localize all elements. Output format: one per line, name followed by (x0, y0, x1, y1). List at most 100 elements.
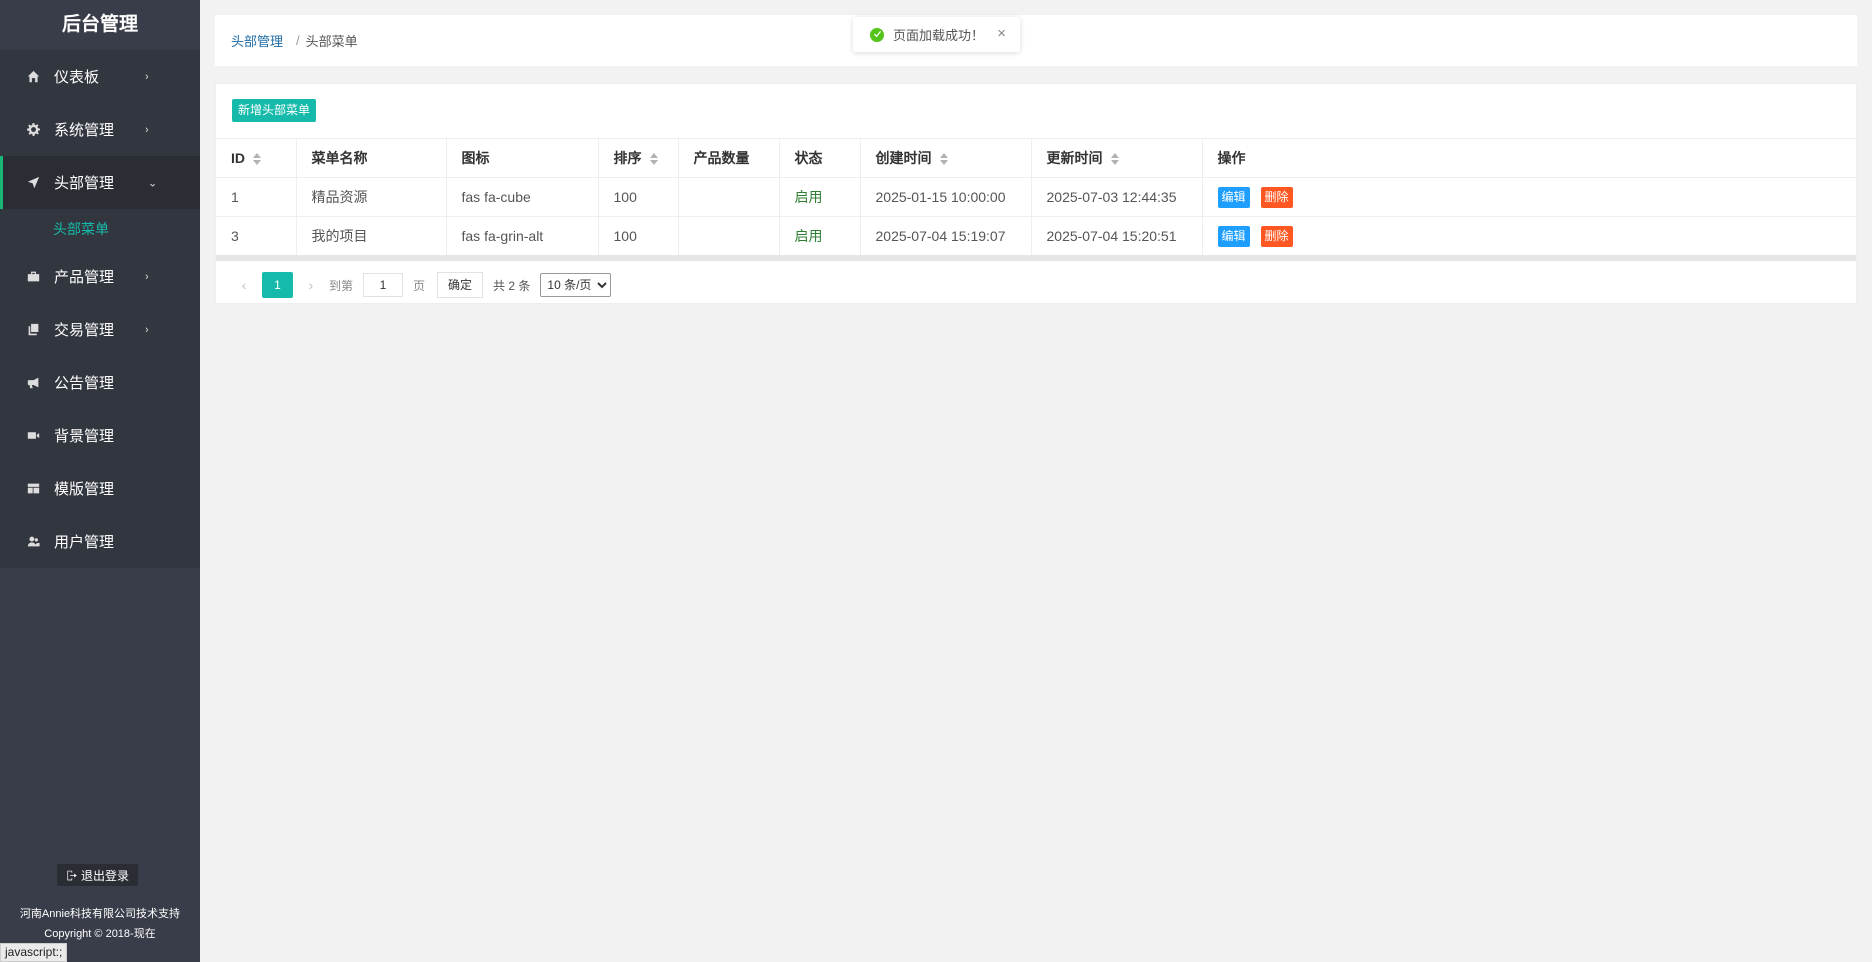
data-table: ID 菜单名称 图标 排序 产品数量 状态 创建时间 更新时间 操作 1 精品资… (216, 138, 1856, 256)
sort-icon[interactable] (649, 153, 658, 166)
chevron-right-icon: › (145, 323, 149, 336)
cell-icon: fas fa-grin-alt (446, 216, 599, 256)
video-icon (24, 427, 42, 445)
sidebar-nav: 仪表板 › 系统管理 › 头部管理 ⌄ 头部菜单 产品管理 › 交易管理 › 公… (0, 50, 200, 568)
chevron-right-icon: › (145, 123, 149, 136)
table-row: 1 精品资源 fas fa-cube 100 启用 2025-01-15 10:… (216, 177, 1856, 217)
sidebar-item-dashboard[interactable]: 仪表板 › (0, 50, 200, 103)
cell-status: 启用 (779, 216, 861, 256)
next-page-button[interactable]: › (299, 277, 323, 293)
breadcrumb-separator: / (296, 33, 300, 48)
breadcrumb: 头部管理 / 头部菜单 (215, 15, 1857, 66)
sidebar-item-backgrounds[interactable]: 背景管理 (0, 409, 200, 462)
breadcrumb-current: 头部菜单 (305, 34, 358, 49)
cell-name: 精品资源 (296, 177, 447, 217)
chevron-right-icon: › (145, 70, 149, 83)
col-header-status: 状态 (779, 138, 861, 178)
sidebar-item-label: 交易管理 (54, 322, 115, 339)
cell-icon: fas fa-cube (446, 177, 599, 217)
megaphone-icon (24, 374, 42, 392)
cell-product-count (678, 216, 780, 256)
sidebar-item-products[interactable]: 产品管理 › (0, 250, 200, 303)
browser-status-bar: javascript:; (0, 943, 68, 962)
cell-name: 我的项目 (296, 216, 447, 256)
cell-actions: 编辑 删除 (1202, 216, 1856, 256)
chevron-right-icon: › (145, 270, 149, 283)
cell-id: 1 (216, 177, 297, 217)
sidebar: 后台管理 仪表板 › 系统管理 › 头部管理 ⌄ 头部菜单 产品管理 › 交易管… (0, 0, 200, 962)
template-icon (24, 480, 42, 498)
goto-label: 到第 (329, 278, 354, 293)
edit-button[interactable]: 编辑 (1217, 186, 1250, 208)
sidebar-subitem-header-menu[interactable]: 头部菜单 (0, 209, 200, 250)
col-header-updated[interactable]: 更新时间 (1031, 138, 1203, 178)
col-header-id[interactable]: ID (216, 138, 297, 178)
app-title: 后台管理 (0, 0, 200, 50)
cell-status: 启用 (779, 177, 861, 217)
cell-updated: 2025-07-04 15:20:51 (1031, 216, 1203, 256)
cell-actions: 编辑 删除 (1202, 177, 1856, 217)
users-icon (24, 533, 42, 551)
sort-icon[interactable] (253, 153, 261, 166)
sidebar-item-system[interactable]: 系统管理 › (0, 103, 200, 156)
send-icon (24, 174, 42, 192)
gear-icon (24, 121, 42, 139)
sidebar-item-label: 用户管理 (54, 534, 115, 551)
pagination: ‹ 1 › 到第 页 确定 共 2 条 10 条/页 (232, 272, 612, 298)
cell-product-count (678, 177, 780, 217)
cell-created: 2025-07-04 15:19:07 (860, 216, 1032, 256)
toast-message: 页面加载成功！ (893, 28, 985, 43)
delete-button[interactable]: 删除 (1260, 186, 1293, 208)
goto-confirm-button[interactable]: 确定 (437, 272, 484, 298)
delete-button[interactable]: 删除 (1260, 225, 1293, 247)
col-header-product-count: 产品数量 (678, 138, 780, 178)
success-toast: 页面加载成功！ × (853, 17, 1020, 52)
edit-button[interactable]: 编辑 (1217, 225, 1250, 247)
page-size-select[interactable]: 10 条/页 (540, 273, 612, 297)
goto-page-input[interactable] (363, 273, 404, 297)
logout-button[interactable]: 退出登录 (57, 864, 138, 886)
sidebar-item-users[interactable]: 用户管理 (0, 515, 200, 568)
sidebar-item-label: 系统管理 (54, 122, 115, 139)
sidebar-item-trades[interactable]: 交易管理 › (0, 303, 200, 356)
col-header-actions: 操作 (1202, 138, 1856, 178)
logout-icon (67, 870, 77, 880)
page-unit-label: 页 (413, 278, 426, 293)
cell-sort: 100 (598, 177, 679, 217)
briefcase-icon (24, 268, 42, 286)
table-row: 3 我的项目 fas fa-grin-alt 100 启用 2025-07-04… (216, 216, 1856, 256)
prev-page-button[interactable]: ‹ (232, 277, 256, 293)
col-header-created[interactable]: 创建时间 (860, 138, 1032, 178)
footer-copyright: Copyright © 2018-现在 (44, 928, 156, 940)
cell-created: 2025-01-15 10:00:00 (860, 177, 1032, 217)
cell-sort: 100 (598, 216, 679, 256)
copy-icon (24, 321, 42, 339)
sidebar-item-label: 公告管理 (54, 375, 115, 392)
sidebar-item-label: 头部管理 (54, 175, 115, 192)
footer-company: 河南Annie科技有限公司技术支持 (19, 908, 181, 920)
total-count: 共 2 条 (493, 278, 531, 293)
sidebar-item-label: 产品管理 (54, 269, 115, 286)
add-header-menu-button[interactable]: 新增头部菜单 (232, 99, 317, 122)
table-card: 新增头部菜单 ID 菜单名称 图标 排序 产品数量 状态 创建时间 更新时间 操… (215, 83, 1857, 304)
sort-icon[interactable] (939, 153, 948, 166)
col-header-name: 菜单名称 (296, 138, 447, 178)
col-header-sort[interactable]: 排序 (598, 138, 679, 178)
sidebar-item-label: 仪表板 (54, 69, 100, 86)
check-circle-icon (870, 27, 884, 42)
sidebar-item-announcements[interactable]: 公告管理 (0, 356, 200, 409)
home-icon (24, 68, 42, 86)
close-icon[interactable]: × (997, 25, 1006, 42)
cell-id: 3 (216, 216, 297, 256)
sort-icon[interactable] (1110, 153, 1119, 166)
sidebar-item-header[interactable]: 头部管理 ⌄ (0, 156, 200, 209)
breadcrumb-parent-link[interactable]: 头部管理 (231, 31, 283, 50)
sidebar-item-label: 模版管理 (54, 481, 115, 498)
chevron-down-icon: ⌄ (148, 177, 158, 189)
table-header-row: ID 菜单名称 图标 排序 产品数量 状态 创建时间 更新时间 操作 (216, 138, 1856, 178)
sidebar-item-templates[interactable]: 模版管理 (0, 462, 200, 515)
col-header-icon: 图标 (446, 138, 599, 178)
sidebar-item-label: 背景管理 (54, 428, 115, 445)
page-1-button[interactable]: 1 (262, 272, 293, 298)
horizontal-scrollbar[interactable] (216, 255, 1856, 261)
